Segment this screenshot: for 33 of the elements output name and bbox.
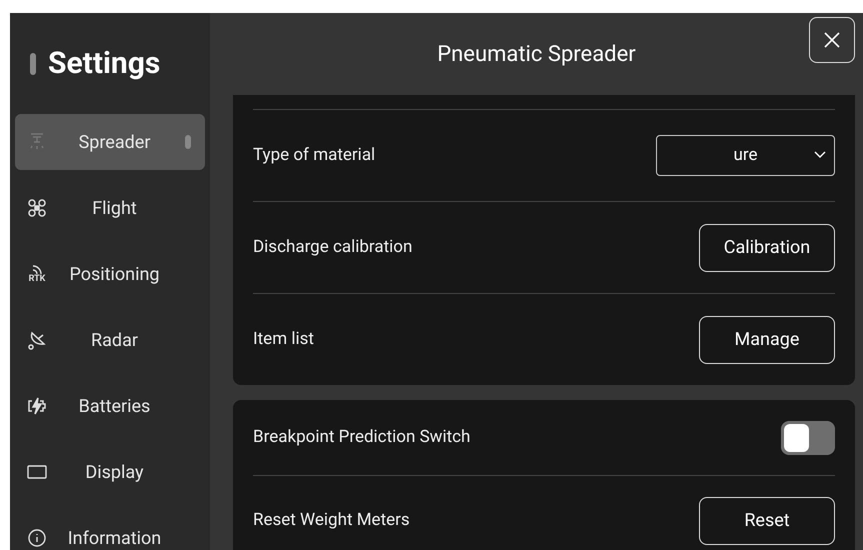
toggle-switch[interactable] bbox=[781, 420, 835, 454]
close-icon bbox=[823, 31, 841, 49]
toggle-thumb bbox=[784, 424, 809, 452]
sidebar-item[interactable]: Spreader bbox=[15, 114, 205, 170]
close-button[interactable] bbox=[809, 17, 855, 63]
selection-indicator bbox=[185, 135, 191, 149]
battery-charging-icon bbox=[27, 397, 47, 415]
action-button[interactable]: Reset bbox=[699, 496, 835, 544]
sidebar-title: Settings bbox=[48, 45, 160, 83]
icon-caption: RTK bbox=[28, 274, 46, 284]
accent-bar bbox=[30, 52, 36, 74]
info-icon bbox=[27, 528, 47, 548]
sidebar-item[interactable]: Batteries bbox=[15, 378, 205, 434]
sidebar-item[interactable]: Flight bbox=[15, 180, 205, 236]
sidebar-item[interactable]: RTK Positioning bbox=[15, 246, 205, 302]
drone-icon bbox=[27, 198, 47, 218]
panel-title: Pneumatic Spreader bbox=[437, 40, 636, 68]
chevron-down-icon bbox=[814, 151, 826, 159]
action-button[interactable]: Manage bbox=[699, 316, 835, 364]
material-dropdown[interactable]: ure bbox=[656, 135, 835, 176]
screen-icon bbox=[27, 464, 47, 480]
sidebar-item[interactable]: Radar bbox=[15, 312, 205, 368]
setting-label: Item list bbox=[253, 328, 314, 351]
setting-label: Discharge calibration bbox=[253, 236, 412, 259]
nozzle-icon bbox=[28, 132, 46, 152]
setting-label: Breakpoint Prediction Switch bbox=[253, 426, 470, 449]
signal-waves-icon bbox=[32, 264, 42, 274]
setting-label: Reset Weight Meters bbox=[253, 508, 410, 532]
sidebar-item[interactable]: Information bbox=[15, 510, 205, 550]
setting-label: Type of material bbox=[253, 144, 376, 167]
satellite-dish-icon bbox=[27, 330, 47, 350]
action-button[interactable]: Calibration bbox=[699, 224, 835, 272]
sidebar-item[interactable]: Display bbox=[15, 444, 205, 500]
